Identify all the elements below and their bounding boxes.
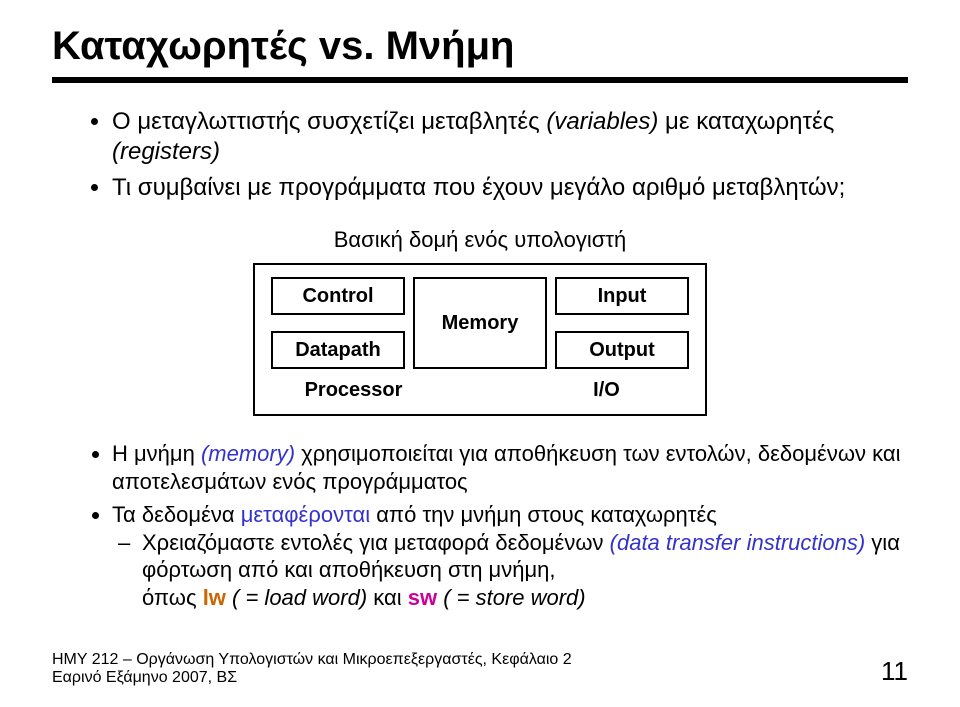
slide-title: Καταχωρητές vs. Μνήμη [52,24,908,69]
bullet-transfer: Τα δεδομένα μεταφέρονται από την μνήμη σ… [112,501,908,611]
datapath-box: Datapath [271,331,405,369]
memory-box: Memory [413,277,547,369]
diagram-caption: Βασική δομή ενός υπολογιστή [52,227,908,253]
text: Η μνήμη [112,441,201,466]
io-col: Input Output [551,277,693,369]
text: από την μνήμη στους καταχωρητές [370,502,717,527]
proc-col: Control Datapath [267,277,409,369]
text: Χρειαζόμαστε εντολές για μεταφορά δεδομέ… [142,530,610,555]
text-italic-link: (memory) [201,441,295,466]
sem-line: Εαρινό Εξάμηνο 2007, ΒΣ [52,669,572,687]
top-bullets: Ο μεταγλωττιστής συσχετίζει μεταβλητές (… [72,107,908,203]
diagram-row-boxes: Control Datapath Memory Input Output [267,277,693,369]
text-link: μεταφέρονται [241,502,370,527]
diagram-wrap: Βασική δομή ενός υπολογιστή Control Data… [52,227,908,416]
slide: { "title": "Καταχωρητές vs. Μνήμη", "bul… [0,0,960,707]
text-italic: (variables) [546,108,658,135]
sub-bullets: Χρειαζόμαστε εντολές για μεταφορά δεδομέ… [112,529,908,612]
page-number: 11 [881,656,908,687]
text: όπως [142,585,203,610]
sw: sw [408,585,437,610]
control-box: Control [271,277,405,315]
text: και [367,585,408,610]
bullet-2: Τι συμβαίνει με προγράμματα που έχουν με… [112,173,908,203]
output-box: Output [555,331,689,369]
input-box: Input [555,277,689,315]
bullet-memory: Η μνήμη (memory) χρησιμοποιείται για απο… [112,440,908,495]
text: με καταχωρητές [658,108,834,135]
sub-bullet-1: Χρειαζόμαστε εντολές για μεταφορά δεδομέ… [142,529,908,612]
text-italic-link: (data transfer instructions) [610,530,866,555]
text: Ο μεταγλωττιστής συσχετίζει μεταβλητές [112,108,546,135]
title-rule [52,77,908,83]
diagram-row-labels: Processor I/O [267,379,693,402]
diagram-frame: Control Datapath Memory Input Output Pro… [253,263,707,416]
bullet-1: Ο μεταγλωττιστής συσχετίζει μεταβλητές (… [112,107,908,167]
course-line: ΗΜΥ 212 – Οργάνωση Υπολογιστών και Μικρο… [52,651,572,669]
io-label: I/O [540,379,673,402]
footer: ΗΜΥ 212 – Οργάνωση Υπολογιστών και Μικρο… [52,651,908,687]
lower-bullets: Η μνήμη (memory) χρησιμοποιείται για απο… [72,440,908,611]
footer-left: ΗΜΥ 212 – Οργάνωση Υπολογιστών και Μικρο… [52,651,572,687]
lw: lw [203,585,226,610]
proc-label: Processor [287,379,420,402]
text: ( = load word) [226,585,367,610]
text: Τα δεδομένα [112,502,241,527]
text: ( = store word) [437,585,586,610]
text-italic: (registers) [112,138,220,165]
